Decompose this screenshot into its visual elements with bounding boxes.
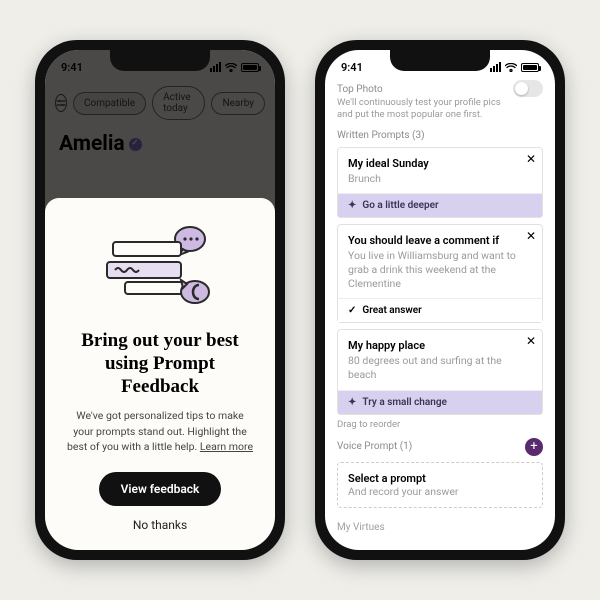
add-voice-button[interactable]: +: [525, 438, 543, 456]
screen: 9:41 Top Photo We'll continuously test y…: [325, 50, 555, 550]
modal-body: We've got personalized tips to make your…: [65, 408, 255, 454]
close-icon[interactable]: ✕: [526, 335, 536, 347]
prompt-answer: You live in Williamsburg and want to gra…: [348, 249, 532, 290]
feedback-pill[interactable]: ✦ Go a little deeper: [338, 193, 542, 217]
top-photo-toggle[interactable]: [513, 80, 543, 97]
feedback-pill[interactable]: ✓ Great answer: [338, 298, 542, 322]
screen: 9:41 Compatible Active today Nearby Amel…: [45, 50, 275, 550]
prompt-answer: Brunch: [348, 172, 532, 186]
sparkle-icon: ✦: [348, 397, 356, 408]
status-icons: [490, 62, 539, 72]
view-feedback-button[interactable]: View feedback: [99, 472, 222, 506]
voice-prompt-label: Voice Prompt (1): [337, 441, 412, 452]
phone-left: 9:41 Compatible Active today Nearby Amel…: [35, 40, 285, 560]
check-icon: ✓: [348, 305, 356, 316]
sparkle-icon: ✦: [348, 200, 356, 211]
prompt-card[interactable]: ✕ My happy place 80 degrees out and surf…: [337, 329, 543, 414]
modal-title: Bring out your best using Prompt Feedbac…: [65, 330, 255, 398]
top-photo-label: Top Photo: [337, 84, 505, 95]
prompt-card[interactable]: ✕ My ideal Sunday Brunch ✦ Go a little d…: [337, 147, 543, 219]
voice-prompt-card[interactable]: Select a prompt And record your answer: [337, 462, 543, 508]
drag-hint: Drag to reorder: [337, 419, 543, 430]
written-prompts-label: Written Prompts (3): [337, 130, 543, 141]
status-bar: 9:41: [325, 50, 555, 78]
prompt-feedback-modal: Bring out your best using Prompt Feedbac…: [45, 198, 275, 550]
clock: 9:41: [341, 61, 363, 74]
top-photo-hint: We'll continuously test your profile pic…: [337, 97, 505, 122]
feedback-illustration: [95, 224, 225, 314]
close-icon[interactable]: ✕: [526, 230, 536, 242]
wifi-icon: [505, 63, 517, 72]
battery-icon: [521, 63, 539, 72]
no-thanks-button[interactable]: No thanks: [65, 518, 255, 532]
prompt-answer: 80 degrees out and surfing at the beach: [348, 354, 532, 381]
cellular-icon: [490, 62, 501, 72]
edit-profile-content[interactable]: Top Photo We'll continuously test your p…: [325, 78, 555, 550]
prompt-title: My happy place: [348, 339, 532, 352]
voice-select-sub: And record your answer: [348, 485, 532, 498]
prompt-card[interactable]: ✕ You should leave a comment if You live…: [337, 224, 543, 323]
my-virtues-label: My Virtues: [337, 522, 543, 533]
learn-more-link[interactable]: Learn more: [200, 440, 253, 453]
feedback-pill[interactable]: ✦ Try a small change: [338, 390, 542, 414]
prompt-title: You should leave a comment if: [348, 234, 532, 247]
close-icon[interactable]: ✕: [526, 153, 536, 165]
voice-select-title: Select a prompt: [348, 472, 532, 485]
prompt-title: My ideal Sunday: [348, 157, 532, 170]
phone-right: 9:41 Top Photo We'll continuously test y…: [315, 40, 565, 560]
